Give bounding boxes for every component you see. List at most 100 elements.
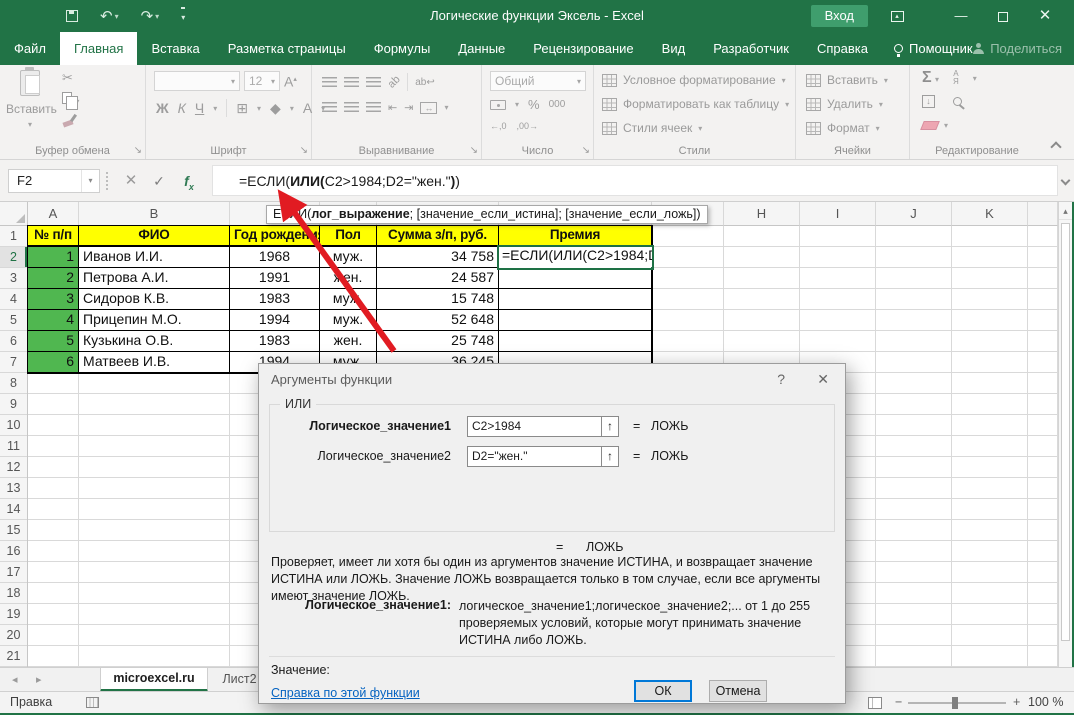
cell-C6[interactable]: 1983 bbox=[230, 331, 320, 352]
cell-B5[interactable]: Прицепин М.О. bbox=[79, 310, 230, 331]
fill-handle[interactable] bbox=[650, 266, 654, 270]
copy-icon[interactable]: ▾ bbox=[62, 92, 79, 107]
number-format-select[interactable]: Общий▾ bbox=[490, 71, 586, 91]
row-header-21[interactable]: 21 bbox=[0, 646, 27, 667]
vertical-scroll-thumb[interactable] bbox=[1061, 223, 1070, 641]
row-header-17[interactable]: 17 bbox=[0, 562, 27, 583]
cell-C5[interactable]: 1994 bbox=[230, 310, 320, 331]
row-header-1[interactable]: 1 bbox=[0, 226, 27, 247]
cell-D5[interactable]: муж. bbox=[320, 310, 377, 331]
macro-record-icon[interactable] bbox=[86, 697, 99, 708]
row-header-14[interactable]: 14 bbox=[0, 499, 27, 520]
wrap-text-icon[interactable]: ab↩ bbox=[415, 77, 435, 88]
assistant-tab[interactable]: Помощник bbox=[882, 32, 985, 65]
align-top-icon[interactable] bbox=[322, 77, 337, 88]
orientation-icon[interactable]: ab bbox=[386, 73, 403, 90]
function-help-link[interactable]: Справка по этой функции bbox=[271, 686, 420, 700]
arg2-input[interactable]: D2="жен." bbox=[467, 446, 602, 467]
delete-cells-button[interactable]: Удалить▾ bbox=[806, 93, 883, 115]
clear-icon[interactable] bbox=[920, 121, 940, 130]
select-all-corner[interactable] bbox=[0, 202, 28, 226]
expand-formula-bar-icon[interactable] bbox=[1061, 176, 1071, 186]
name-box[interactable]: F2 ▾ bbox=[8, 169, 100, 193]
cell-A1[interactable]: № п/п bbox=[28, 226, 79, 247]
align-right-icon[interactable] bbox=[366, 102, 381, 113]
merge-center-icon[interactable]: ↔ bbox=[420, 102, 437, 114]
align-center-icon[interactable] bbox=[344, 102, 359, 113]
cell-B2[interactable]: Иванов И.И. bbox=[79, 247, 230, 268]
row-header-11[interactable]: 11 bbox=[0, 436, 27, 457]
row-header-13[interactable]: 13 bbox=[0, 478, 27, 499]
cell-D1[interactable]: Пол bbox=[320, 226, 377, 247]
borders-icon[interactable]: ⊞ bbox=[236, 100, 248, 116]
comma-style-icon[interactable]: 000 bbox=[549, 99, 566, 110]
decrease-indent-icon[interactable]: ⇤ bbox=[388, 101, 397, 114]
ribbon-tab-file[interactable]: Файл bbox=[0, 32, 60, 65]
font-name-select[interactable]: ▾ bbox=[154, 71, 240, 91]
enter-entry-icon[interactable]: ✓ bbox=[146, 169, 172, 193]
column-header-K[interactable]: K bbox=[952, 202, 1028, 226]
row-header-2[interactable]: 2 bbox=[0, 247, 27, 268]
ribbon-tab-Данные[interactable]: Данные bbox=[444, 32, 519, 65]
column-header-A[interactable]: A bbox=[28, 202, 79, 226]
row-header-10[interactable]: 10 bbox=[0, 415, 27, 436]
formula-input[interactable]: =ЕСЛИ(ИЛИ(C2>1984;D2="жен.")) bbox=[212, 165, 1058, 196]
find-select-icon[interactable] bbox=[953, 97, 962, 106]
insert-function-icon[interactable]: fx bbox=[176, 169, 202, 193]
cell-C4[interactable]: 1983 bbox=[230, 289, 320, 310]
font-size-select[interactable]: 12▾ bbox=[244, 71, 280, 91]
row-header-20[interactable]: 20 bbox=[0, 625, 27, 646]
cell-B1[interactable]: ФИО bbox=[79, 226, 230, 247]
cell-F1[interactable]: Премия bbox=[499, 226, 652, 247]
font-dialog-launcher-icon[interactable]: ↘ bbox=[300, 145, 308, 156]
minimize-icon[interactable]: — bbox=[944, 0, 978, 32]
font-color-icon[interactable]: А bbox=[303, 100, 312, 116]
view-shortcut-icon[interactable] bbox=[868, 697, 882, 709]
column-header-partial[interactable] bbox=[1028, 202, 1058, 226]
cell-C3[interactable]: 1991 bbox=[230, 268, 320, 289]
cell-E2[interactable]: 34 758 bbox=[377, 247, 499, 268]
autosum-icon[interactable]: Σ ▾ bbox=[922, 70, 939, 86]
cell-A2[interactable]: 1 bbox=[28, 247, 79, 268]
cell-F5[interactable] bbox=[499, 310, 652, 331]
format-painter-icon[interactable] bbox=[62, 114, 75, 127]
column-header-H[interactable]: H bbox=[724, 202, 800, 226]
zoom-level[interactable]: 100 % bbox=[1028, 692, 1063, 713]
ribbon-display-options-icon[interactable]: ▴ bbox=[880, 0, 914, 32]
maximize-icon[interactable] bbox=[986, 0, 1020, 32]
sheet-tab-active[interactable]: microexcel.ru bbox=[100, 668, 208, 692]
arg1-collapse-dialog-icon[interactable]: ↑ bbox=[601, 416, 619, 437]
active-cell-F2[interactable]: =ЕСЛИ(ИЛИ(C2>1984;D2 bbox=[497, 245, 654, 270]
insert-cells-button[interactable]: Вставить▾ bbox=[806, 69, 888, 91]
row-header-12[interactable]: 12 bbox=[0, 457, 27, 478]
cell-E6[interactable]: 25 748 bbox=[377, 331, 499, 352]
cell-D4[interactable]: муж. bbox=[320, 289, 377, 310]
ribbon-tab-Рецензирование[interactable]: Рецензирование bbox=[519, 32, 647, 65]
align-bottom-icon[interactable] bbox=[366, 77, 381, 88]
cell-F3[interactable] bbox=[499, 268, 652, 289]
cell-F4[interactable] bbox=[499, 289, 652, 310]
underline-icon[interactable]: Ч bbox=[195, 100, 204, 116]
percent-style-icon[interactable]: % bbox=[528, 97, 540, 112]
share-button[interactable]: Поделиться bbox=[973, 32, 1062, 65]
dialog-help-icon[interactable]: ? bbox=[777, 371, 785, 387]
vertical-scrollbar[interactable]: ▴ bbox=[1058, 202, 1072, 667]
ribbon-tab-Вставка[interactable]: Вставка bbox=[137, 32, 213, 65]
cell-B4[interactable]: Сидоров К.В. bbox=[79, 289, 230, 310]
zoom-slider-thumb[interactable] bbox=[952, 697, 958, 709]
cell-D3[interactable]: жен. bbox=[320, 268, 377, 289]
zoom-out-icon[interactable]: − bbox=[895, 692, 902, 713]
sort-filter-icon[interactable]: АЯ bbox=[953, 70, 959, 86]
bold-icon[interactable]: Ж bbox=[156, 100, 169, 116]
cell-A5[interactable]: 4 bbox=[28, 310, 79, 331]
row-header-8[interactable]: 8 bbox=[0, 373, 27, 394]
cell-A3[interactable]: 2 bbox=[28, 268, 79, 289]
increase-decimal-icon[interactable]: ←,0 bbox=[490, 121, 507, 131]
row-header-7[interactable]: 7 bbox=[0, 352, 27, 373]
column-header-J[interactable]: J bbox=[876, 202, 952, 226]
row-header-3[interactable]: 3 bbox=[0, 268, 27, 289]
cell-E3[interactable]: 24 587 bbox=[377, 268, 499, 289]
collapse-ribbon-icon[interactable] bbox=[1050, 141, 1061, 152]
cell-A7[interactable]: 6 bbox=[28, 352, 79, 373]
cell-F6[interactable] bbox=[499, 331, 652, 352]
